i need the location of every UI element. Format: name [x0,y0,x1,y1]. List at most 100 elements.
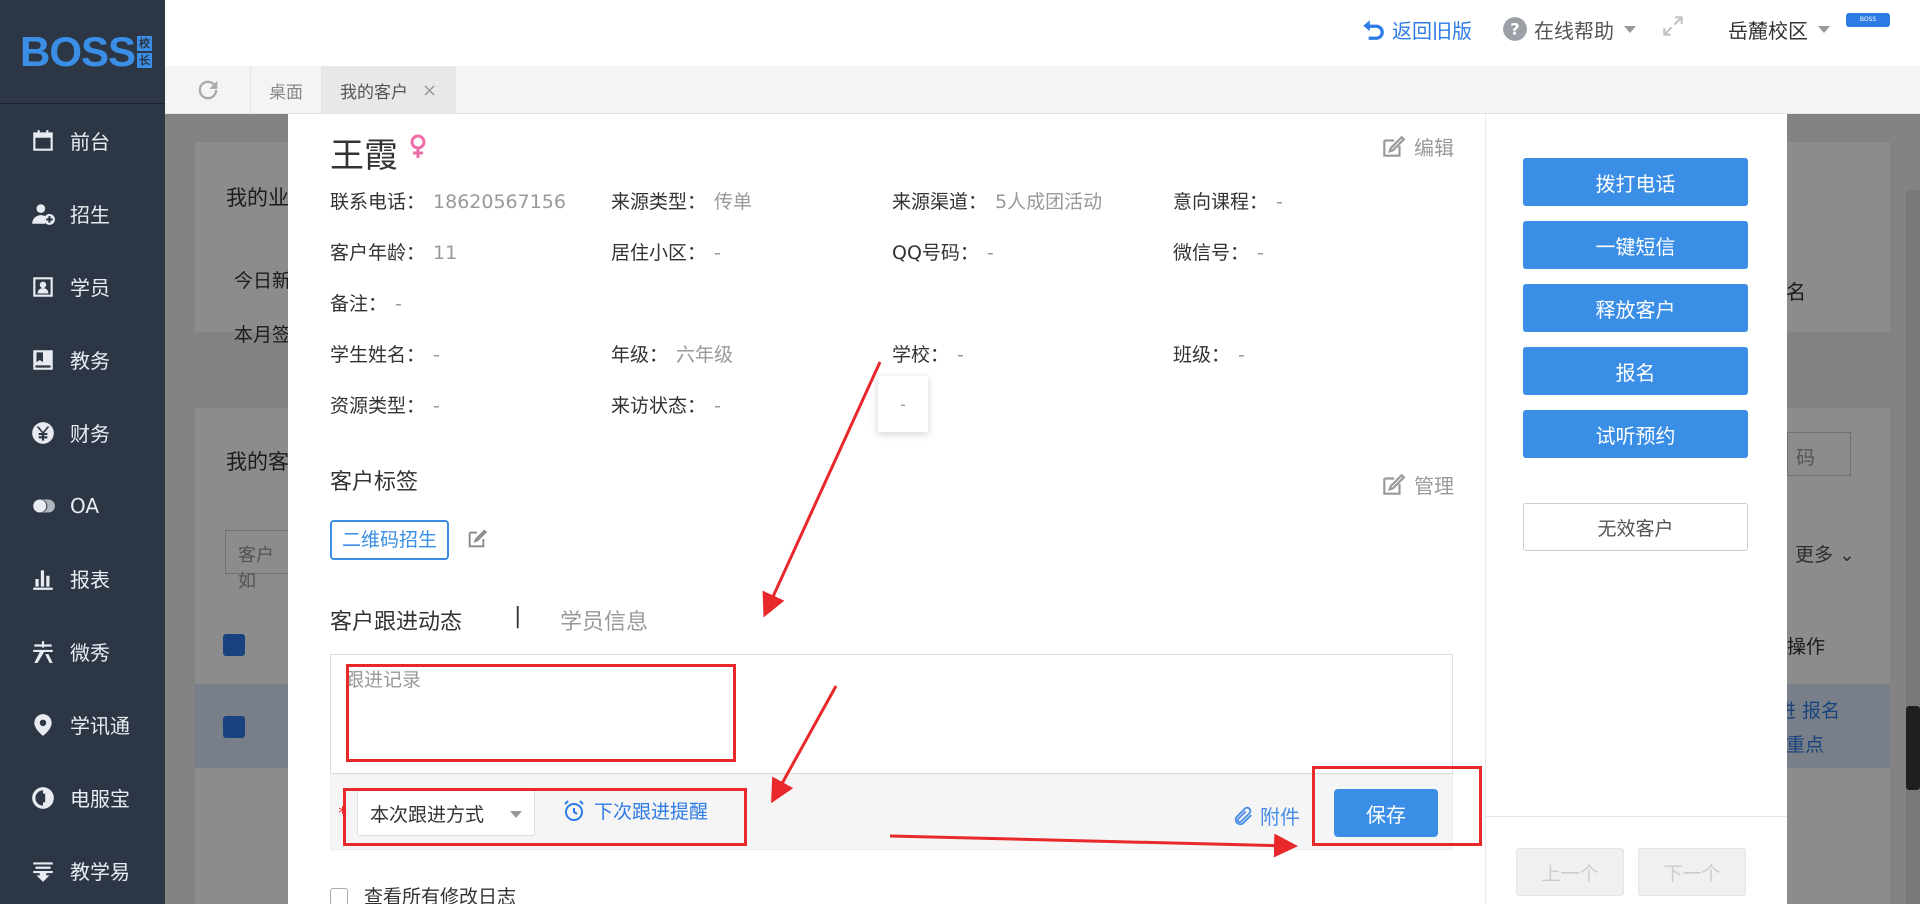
chevron-down-icon [1624,25,1636,33]
close-icon[interactable]: × [422,80,437,101]
nav-item-finance[interactable]: 财务 [0,396,165,469]
nav-item-weixiu[interactable]: 微秀 [0,615,165,688]
field-value: 六年级 [676,344,734,366]
undo-icon [1363,20,1384,40]
nav-item-reports[interactable]: 报表 [0,542,165,615]
nav-label: 电服宝 [70,787,130,811]
field-value: - [1276,191,1283,213]
field-value: 5人成团活动 [995,191,1103,213]
top-header: 返回旧版 ? 在线帮助 岳麓校区 BOSS [165,0,1920,66]
annotation-box-save [1312,766,1482,846]
tab-student-info[interactable]: 学员信息 [560,604,648,636]
field-grade: 年级： 六年级 [611,344,734,366]
field-value: - [433,395,440,417]
tab-follow-up[interactable]: 客户跟进动态 [330,604,462,636]
field-visit-status: 来访状态： - [611,395,721,417]
calendar-icon [30,128,56,154]
female-icon [410,134,426,158]
trial-booking-button[interactable]: 试听预约 [1523,410,1748,458]
back-old-version-link[interactable]: 返回旧版 [1360,15,1472,44]
nav-item-academic[interactable]: 教务 [0,323,165,396]
nav-label: 财务 [70,422,110,446]
student-card-icon [30,274,56,300]
field-age: 客户年龄： 11 [330,242,458,264]
weixiu-icon [30,639,56,665]
attach-label: 附件 [1260,805,1300,829]
nav-label: 学员 [70,276,110,300]
top-right-actions: 返回旧版 ? 在线帮助 岳麓校区 BOSS [1360,0,1890,58]
oa-icon [30,493,56,519]
pager-divider [1485,816,1787,817]
prev-button[interactable]: 上一个 [1516,848,1624,896]
call-button[interactable]: 拨打电话 [1523,158,1748,206]
nav-item-students[interactable]: 学员 [0,250,165,323]
field-value: - [1238,344,1245,366]
manage-tags-link[interactable]: 管理 [1380,470,1454,499]
field-value[interactable]: 18620567156 [433,191,566,213]
tab-separator: | [514,604,522,629]
enroll-button[interactable]: 报名 [1523,347,1748,395]
online-help-dropdown[interactable]: ? 在线帮助 [1502,15,1636,44]
campus-label: 岳麓校区 [1728,18,1808,43]
field-value: 11 [433,242,458,264]
customer-tag[interactable]: 二维码招生 [330,520,450,560]
edit-tag-icon[interactable] [466,528,488,550]
nav-item-frontdesk[interactable]: 前台 [0,104,165,177]
user-badge[interactable]: BOSS [1846,13,1890,27]
next-button[interactable]: 下一个 [1638,848,1746,896]
field-wechat: 微信号： - [1173,242,1264,264]
nav-item-xuexuntong[interactable]: 学讯通 [0,688,165,761]
manage-label: 管理 [1414,474,1454,498]
help-icon: ? [1503,17,1527,41]
view-log-checkbox[interactable] [330,888,348,904]
nav-item-enrollment[interactable]: 招生 [0,177,165,250]
edit-icon [1383,473,1406,495]
yen-icon [30,420,56,446]
view-log-label: 查看所有修改日志 [364,886,517,904]
teach-icon [30,858,56,884]
field-class: 班级： - [1173,344,1245,366]
nav-label: 招生 [70,203,110,227]
release-customer-button[interactable]: 释放客户 [1523,284,1748,332]
tab-bar: 桌面 我的客户 × [165,66,1920,114]
chevron-down-icon [1818,25,1830,33]
refresh-icon[interactable] [165,66,251,114]
annotation-box-textarea [346,664,736,762]
back-old-label: 返回旧版 [1392,18,1472,43]
nav-item-oa[interactable]: OA [0,469,165,542]
phone-service-icon [30,785,56,811]
nav-item-dianfubao[interactable]: 电服宝 [0,761,165,834]
book-icon [30,347,56,373]
bar-chart-icon [30,566,56,592]
tab-label: 我的客户 [340,82,408,103]
logo-text: BOSS [20,27,136,75]
sms-button[interactable]: 一键短信 [1523,221,1748,269]
edit-customer-link[interactable]: 编辑 [1380,132,1454,161]
boss-logo[interactable]: BOSS 校 长 [0,0,165,104]
field-remark: 备注： - [330,293,402,315]
field-course: 意向课程： - [1173,191,1283,213]
attachment-link[interactable]: 附件 [1232,801,1300,830]
field-value: - [1257,242,1264,264]
field-community: 居住小区： - [611,242,721,264]
fullscreen-icon[interactable] [1660,13,1686,45]
field-value: - [714,242,721,264]
field-value: 传单 [714,191,753,213]
field-resource-type: 资源类型： - [330,395,440,417]
nav-label: 前台 [70,130,110,154]
user-add-icon [30,201,56,227]
invalid-customer-button[interactable]: 无效客户 [1523,503,1748,551]
nav-item-jiaoxueyi[interactable]: 教学易 [0,834,165,904]
nav-label: OA [70,493,100,518]
tab-desktop[interactable]: 桌面 [251,66,322,114]
customer-name: 王霞 [330,136,398,176]
tab-my-customers[interactable]: 我的客户 × [322,66,457,114]
tags-section-title: 客户标签 [330,470,419,495]
tooltip-popup: - [878,376,928,432]
help-label: 在线帮助 [1534,18,1614,43]
field-source-channel: 来源渠道： 5人成团活动 [892,191,1103,213]
nav-label: 微秀 [70,641,110,665]
campus-selector[interactable]: 岳麓校区 [1728,15,1830,44]
paperclip-icon [1234,806,1252,825]
field-school: 学校： - [892,344,964,366]
